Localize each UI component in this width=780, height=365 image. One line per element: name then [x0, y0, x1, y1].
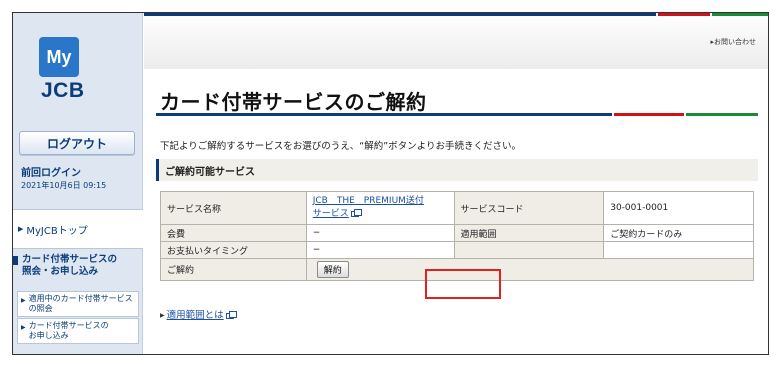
service-table: サービス名称 JCB THE PREMIUM送付 サービス サービスコード 30… [160, 191, 755, 281]
service-name-line2: サービス [312, 209, 349, 219]
main-content: ▸お問い合わせ カード付帯サービスのご解約 下記よりご解約するサービスをお選びの… [144, 13, 768, 354]
nav-sub-item-label-line2: の照会 [28, 304, 53, 313]
nav-group-label-line1: カード付帯サービスの [22, 254, 118, 265]
nav-myjcb-top[interactable]: ▶ MyJCBトップ [13, 209, 143, 249]
nav-sub-item-active-services[interactable]: ▶ 適用中のカード付帯サービス の照会 [17, 291, 139, 317]
header-stripe-navy [144, 13, 656, 16]
service-name-line1: JCB THE PREMIUM送付 [312, 196, 424, 206]
section-heading: ご解約可能サービス [156, 159, 758, 181]
logo-jcb-text: JCB [41, 79, 85, 102]
arrow-right-icon: ▶ [21, 324, 26, 331]
nav-myjcb-top-label: MyJCBトップ [26, 225, 88, 237]
last-login-date: 2021年10月6日 09:15 [21, 181, 107, 190]
external-link-icon [225, 310, 237, 319]
page-frame: My JCB ログアウト 前回ログイン 2021年10月6日 09:15 ▶ M… [12, 12, 769, 355]
arrow-right-icon: ▶ [160, 312, 165, 319]
nav-sub-item-label-line1: カード付帯サービスの [28, 321, 109, 330]
arrow-right-icon: ▶ [18, 225, 24, 233]
empty-cell [453, 241, 605, 259]
myjcb-logo[interactable]: My JCB [39, 37, 119, 105]
service-name-label: サービス名称 [160, 191, 307, 225]
header-stripe-red [658, 13, 710, 16]
nav-sub-item-apply-services[interactable]: ▶ カード付帯サービスの お申し込み [17, 318, 139, 344]
scope-help-link[interactable]: ▶ 適用範囲とは [160, 307, 237, 321]
help-link[interactable]: ▸お問い合わせ [710, 37, 756, 47]
nav-group-label-line2: 照会・お申し込み [22, 266, 99, 277]
timing-label: お支払いタイミング [160, 241, 307, 259]
header-bar: ▸お問い合わせ [144, 13, 768, 69]
arrow-right-icon: ▶ [21, 297, 26, 304]
external-link-icon [350, 208, 362, 217]
fee-label: 会費 [160, 224, 307, 242]
cancel-button[interactable]: 解約 [316, 261, 349, 278]
section-marker-icon [13, 256, 18, 265]
help-link-label: お問い合わせ [714, 38, 756, 46]
service-code-label: サービスコード [453, 191, 605, 225]
title-underline-green [686, 113, 758, 116]
service-code-value: 30-001-0001 [603, 191, 754, 225]
cancel-cell: 解約 [305, 258, 755, 281]
logout-button[interactable]: ログアウト [19, 131, 135, 155]
sidebar: My JCB ログアウト 前回ログイン 2021年10月6日 09:15 ▶ M… [13, 13, 143, 354]
service-name-link[interactable]: JCB THE PREMIUM送付 サービス [313, 195, 448, 221]
cancel-label: ご解約 [160, 258, 307, 281]
table-row: 会費 − 適用範囲 ご契約カードのみ [160, 224, 754, 242]
title-underline-navy [156, 113, 612, 116]
logo-my-mark: My [39, 37, 79, 77]
nav-group-card-services[interactable]: カード付帯サービスの 照会・お申し込み [13, 254, 143, 288]
table-row: サービス名称 JCB THE PREMIUM送付 サービス サービスコード 30… [160, 191, 754, 225]
title-underline-red [614, 113, 684, 116]
nav-sub-item-label-line1: 適用中のカード付帯サービス [28, 294, 133, 303]
page-title: カード付帯サービスのご解約 [160, 90, 427, 114]
scope-value: ご契約カードのみ [603, 224, 754, 242]
nav-sub-item-label-line2: お申し込み [28, 331, 69, 340]
intro-text: 下記よりご解約するサービスをお選びのうえ、“解約”ボタンよりお手続きください。 [160, 141, 521, 152]
empty-cell [603, 241, 754, 259]
scope-help-link-label: 適用範囲とは [166, 310, 224, 321]
timing-value: − [305, 241, 455, 259]
table-row: お支払いタイミング − [160, 241, 754, 259]
header-stripe-green [712, 13, 768, 16]
last-login-label: 前回ログイン [21, 168, 81, 179]
scope-label: 適用範囲 [453, 224, 605, 242]
highlight-box [425, 269, 501, 299]
service-name-cell: JCB THE PREMIUM送付 サービス [305, 191, 455, 225]
fee-value: − [305, 224, 455, 242]
